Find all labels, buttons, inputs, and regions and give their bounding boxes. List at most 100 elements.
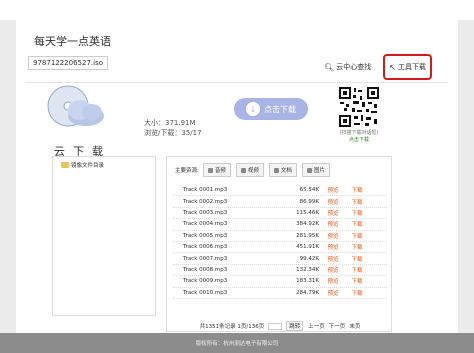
tab-image[interactable]: 图片 — [301, 163, 330, 177]
track-row: Track 0004.mp3 384.92K 预览 下载 — [173, 219, 387, 231]
track-row: Track 0008.mp3 132.34K 预览 下载 — [173, 265, 387, 277]
track-name: Track 0001.mp3 — [183, 187, 228, 194]
download-link[interactable]: 下载 — [347, 209, 367, 217]
last-page-link[interactable]: 末页 — [349, 322, 360, 330]
qr-caption-line1: (扫描下载对话框) — [339, 130, 379, 136]
preview-link[interactable]: 预览 — [319, 255, 347, 263]
tool-icon: ↖ — [389, 62, 396, 72]
cloud-disc-icon — [47, 85, 104, 127]
download-link[interactable]: 下载 — [347, 232, 367, 240]
track-row: Track 0002.mp3 86.99K 预览 下载 — [173, 196, 387, 208]
tab-label: 图片 — [313, 168, 325, 174]
footer-text: 版权所有：杭州测达电子有限公司 — [195, 341, 279, 347]
preview-link[interactable]: 预览 — [319, 289, 347, 297]
tree-root-item[interactable]: 镜像文件目录 — [61, 161, 104, 169]
top-band — [0, 0, 474, 20]
download-link[interactable]: 下载 — [347, 255, 367, 263]
track-size: 65.54K — [299, 187, 319, 194]
page-input[interactable] — [268, 322, 283, 330]
prev-page-link[interactable]: 上一页 — [308, 322, 325, 330]
preview-link[interactable]: 预览 — [319, 232, 347, 240]
top-right-actions: 🔍︎ 云中心查找 ↖ 工具下载 — [324, 54, 432, 80]
video-icon — [240, 167, 246, 173]
download-link[interactable]: 下载 — [347, 220, 367, 228]
track-name: Track 0008.mp3 — [183, 266, 228, 273]
qr-download-link[interactable]: 点击下载 — [338, 137, 380, 144]
track-size: 132.34K — [296, 266, 319, 273]
views-text: 浏览/下载：35/17 — [144, 129, 202, 137]
preview-link[interactable]: 预览 — [319, 209, 347, 217]
qr-caption: (扫描下载对话框) 点击下载 — [338, 130, 380, 144]
resource-meta: 大小：371.91M 浏览/下载：35/17 — [144, 118, 202, 138]
tab-video[interactable]: 视频 — [235, 163, 264, 177]
download-arrow-icon: ↓ — [246, 102, 260, 116]
cloud-search-label: 云中心查找 — [336, 63, 372, 71]
left-margin — [0, 20, 16, 333]
track-list: Track 0001.mp3 65.54K 预览 下载 Track 0002.mp3 86… — [173, 185, 387, 299]
download-link[interactable]: 下载 — [347, 198, 367, 206]
download-link[interactable]: 下载 — [347, 243, 367, 251]
track-row: Track 0007.mp3 99.42K 预览 下载 — [173, 253, 387, 265]
preview-link[interactable]: 预览 — [319, 277, 347, 285]
resource-type-tabs: 主要资源: 音频 视频 文档 图片 — [175, 163, 335, 177]
tab-document[interactable]: 文档 — [268, 163, 297, 177]
download-link[interactable]: 下载 — [347, 266, 367, 274]
footer: 版权所有：杭州测达电子有限公司 — [0, 333, 474, 353]
track-size: 183.31K — [296, 278, 319, 285]
tool-download-button[interactable]: ↖ 工具下载 — [383, 54, 432, 80]
download-link[interactable]: 下载 — [347, 277, 367, 285]
track-name: Track 0007.mp3 — [183, 255, 228, 262]
track-name: Track 0002.mp3 — [183, 198, 228, 205]
tab-label: 视频 — [247, 168, 259, 174]
preview-link[interactable]: 预览 — [319, 198, 347, 206]
audio-icon — [207, 167, 213, 173]
right-margin — [458, 20, 474, 333]
main-panel: 每天学一点英语 9787122206527.iso 🔍︎ 云中心查找 ↖ 工具下… — [16, 20, 458, 333]
track-row: Track 0003.mp3 115.46K 预览 下载 — [173, 208, 387, 220]
track-row: Track 0001.mp3 65.54K 预览 下载 — [173, 185, 387, 197]
preview-link[interactable]: 预览 — [319, 243, 347, 251]
download-link[interactable]: 下载 — [347, 186, 367, 194]
next-page-link[interactable]: 下一页 — [329, 322, 346, 330]
track-row: Track 0006.mp3 451.91K 预览 下载 — [173, 242, 387, 254]
track-name: Track 0004.mp3 — [183, 221, 228, 228]
track-size: 281.95K — [296, 232, 319, 239]
track-size: 99.42K — [299, 255, 319, 262]
cloud-search-link[interactable]: 🔍︎ 云中心查找 — [324, 62, 371, 72]
tool-download-label: 工具下载 — [398, 63, 426, 71]
track-size: 115.46K — [296, 209, 319, 216]
track-size: 451.91K — [296, 244, 319, 251]
download-button-label: 点击下载 — [264, 104, 296, 114]
preview-link[interactable]: 预览 — [319, 266, 347, 274]
track-size: 284.79K — [296, 289, 319, 296]
tab-audio[interactable]: 音频 — [202, 163, 231, 177]
file-name-field[interactable]: 9787122206527.iso — [28, 56, 108, 70]
track-row: Track 0005.mp3 281.95K 预览 下载 — [173, 231, 387, 242]
track-row: Track 0010.mp3 284.79K 预览 下载 — [173, 288, 387, 299]
directory-tree: 镜像文件目录 — [52, 156, 156, 316]
track-name: Track 0006.mp3 — [183, 244, 228, 251]
page-frame: 每天学一点英语 9787122206527.iso 🔍︎ 云中心查找 ↖ 工具下… — [0, 0, 474, 353]
pagination: 共1351条记录 1页/136页 跳转 上一页 下一页 末页 — [173, 321, 387, 331]
folder-icon — [61, 162, 69, 168]
track-name: Track 0010.mp3 — [183, 289, 228, 296]
site-title: 每天学一点英语 — [34, 35, 111, 48]
download-button[interactable]: ↓ 点击下载 — [234, 98, 308, 120]
tab-label: 音频 — [214, 168, 226, 174]
resource-type-label: 主要资源: — [175, 168, 199, 174]
pager-summary: 共1351条记录 1页/136页 — [199, 324, 265, 330]
track-name: Track 0005.mp3 — [183, 232, 228, 239]
track-name: Track 0009.mp3 — [183, 278, 228, 285]
tree-root-label: 镜像文件目录 — [71, 163, 105, 169]
preview-link[interactable]: 预览 — [319, 220, 347, 228]
size-text: 大小：371.91M — [144, 119, 196, 127]
download-link[interactable]: 下载 — [347, 289, 367, 297]
go-button[interactable]: 跳转 — [286, 321, 304, 331]
qr-code — [338, 86, 380, 128]
search-icon: 🔍︎ — [324, 62, 335, 72]
preview-link[interactable]: 预览 — [319, 186, 347, 194]
document-icon — [273, 167, 279, 173]
track-row: Track 0009.mp3 183.31K 预览 下载 — [173, 276, 387, 288]
image-icon — [306, 167, 312, 173]
track-size: 384.92K — [296, 221, 319, 228]
